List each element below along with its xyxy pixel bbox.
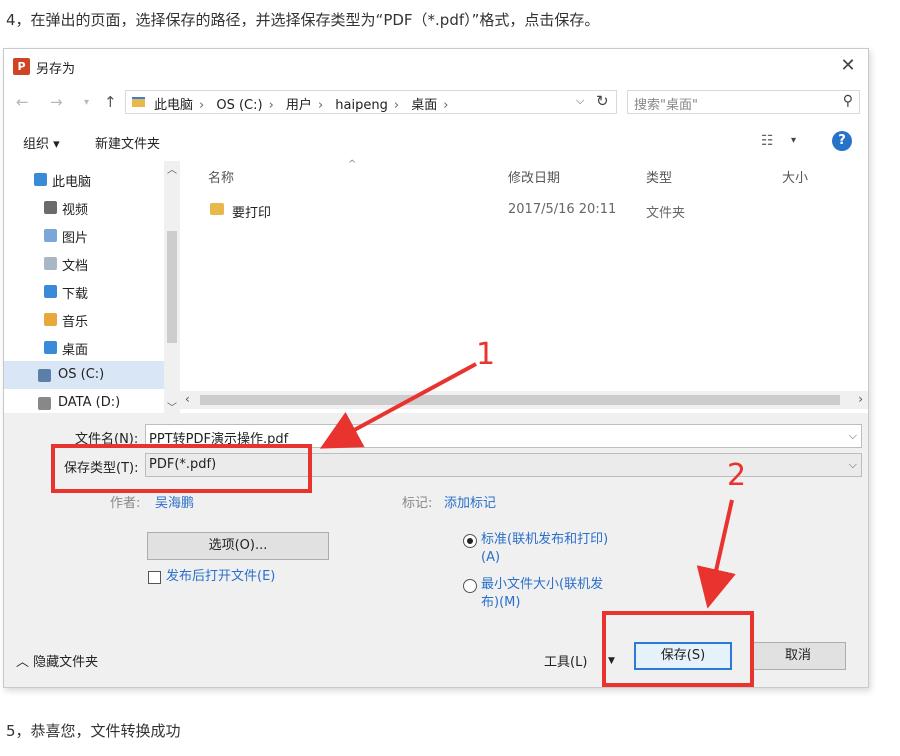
annotation-arrow-1 xyxy=(319,362,477,449)
annotation-arrow-2 xyxy=(696,499,736,609)
step-5-caption: 5，恭喜您，文件转换成功 xyxy=(6,722,181,740)
annotation-arrows xyxy=(319,362,736,609)
